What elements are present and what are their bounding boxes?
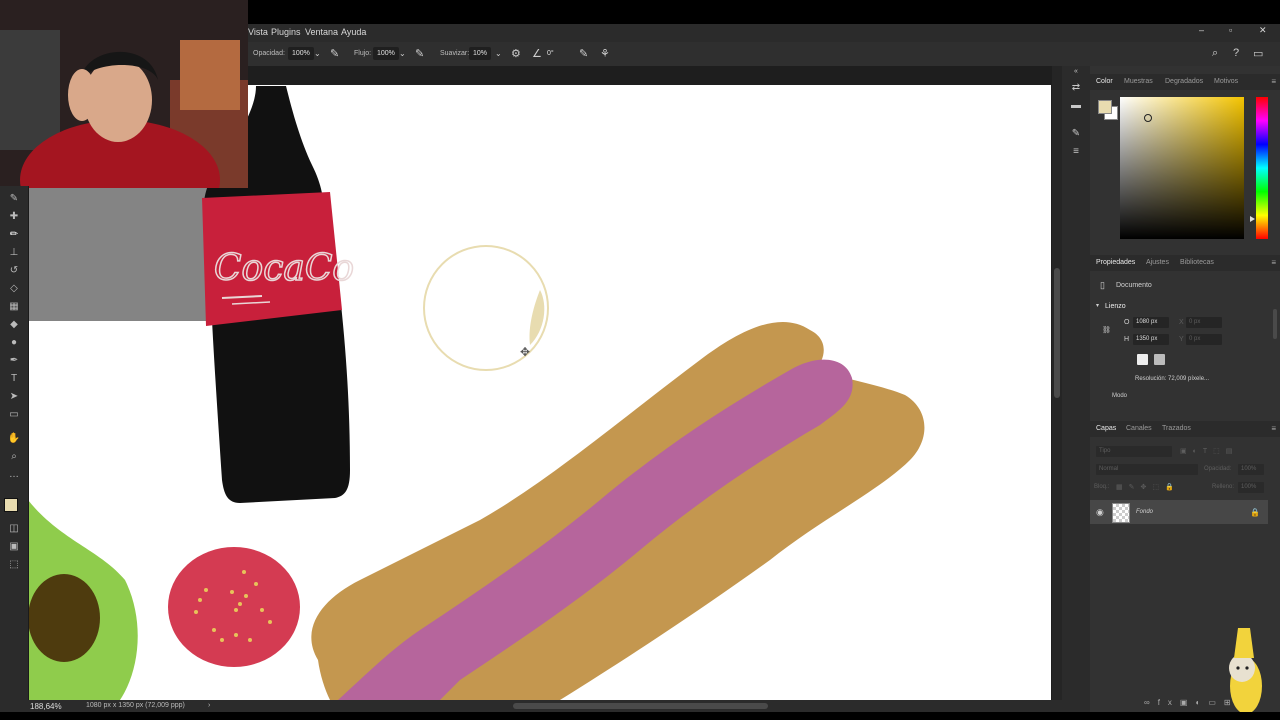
circle-fill-stroke: [529, 290, 545, 345]
layer-opacity-field[interactable]: 100%: [1238, 464, 1264, 475]
properties-panel-tabs: Propiedades Ajustes Bibliotecas ≡: [1090, 255, 1280, 271]
canvas-section-label[interactable]: Lienzo: [1105, 303, 1126, 310]
panel-icon-strip: « ⇄ ▬ ✎ ≡: [1062, 66, 1091, 720]
link-icon[interactable]: ⛓: [1102, 326, 1111, 334]
x-label: X: [1179, 319, 1184, 326]
zoom-level[interactable]: 188,64%: [30, 702, 62, 711]
frame-icon[interactable]: ⬚: [6, 558, 22, 572]
y-label: Y: [1179, 336, 1184, 343]
tab-libraries[interactable]: Bibliotecas: [1180, 259, 1214, 266]
eye-icon[interactable]: ◉: [1096, 507, 1104, 518]
properties-scrollbar[interactable]: [1273, 309, 1277, 339]
tab-gradients[interactable]: Degradados: [1165, 78, 1203, 85]
height-field[interactable]: 1350 px: [1133, 334, 1169, 345]
hue-slider[interactable]: [1256, 97, 1268, 239]
brush-settings-icon[interactable]: ✎: [1070, 128, 1082, 140]
document-label: Documento: [1116, 282, 1152, 289]
screen-mode-icon[interactable]: ▣: [6, 540, 22, 554]
lock-icons[interactable]: ▦✎✥⬚🔒: [1116, 483, 1180, 491]
webcam-overlay: [0, 0, 248, 188]
healing-brush-icon[interactable]: ✚: [6, 210, 22, 224]
lock-label: Bloq.:: [1094, 484, 1110, 490]
portrait-icon[interactable]: [1137, 354, 1148, 365]
webcam-image: [0, 0, 248, 188]
color-fg-swatch[interactable]: [1098, 100, 1112, 114]
bottom-letterbox: [0, 712, 1280, 720]
tomato: [168, 547, 300, 667]
collapse-icon[interactable]: «: [1070, 66, 1082, 78]
gradient-icon[interactable]: ▦: [6, 300, 22, 314]
document-icon: ▯: [1100, 280, 1105, 290]
lock-icon: 🔒: [1250, 508, 1260, 517]
path-selection-icon[interactable]: ➤: [6, 390, 22, 404]
mode-label: Modo: [1112, 393, 1128, 399]
width-field[interactable]: 1080 px: [1133, 317, 1169, 328]
y-field: 0 px: [1186, 334, 1222, 345]
adjustments-icon[interactable]: ≡: [1070, 146, 1082, 158]
foreground-color-swatch[interactable]: [4, 498, 18, 512]
color-panel-tabs: Color Muestras Degradados Motivos ≡: [1090, 74, 1280, 90]
blur-icon[interactable]: ◆: [6, 318, 22, 332]
fill-field[interactable]: 100%: [1238, 482, 1264, 493]
layer-opacity-label: Opacidad:: [1204, 466, 1232, 472]
height-label: H: [1124, 336, 1130, 343]
panel-menu-icon[interactable]: ≡: [1271, 77, 1276, 86]
avocado-pit: [28, 574, 100, 662]
tab-layers[interactable]: Capas: [1096, 425, 1116, 432]
type-icon[interactable]: T: [6, 372, 22, 386]
resolution-text: Resolución: 72,009 píxele...: [1135, 376, 1210, 382]
bottle-label-text: CocaCo: [214, 248, 354, 289]
vertical-scroll-thumb[interactable]: [1054, 268, 1060, 398]
x-field: 0 px: [1186, 317, 1222, 328]
layers-panel-tabs: Capas Canales Trazados ≡: [1090, 421, 1280, 437]
layer-row[interactable]: ◉ Fondo 🔒: [1090, 500, 1268, 524]
layer-filter-icons[interactable]: ▣◐T⬚▤: [1180, 447, 1238, 455]
brush-cursor-icon: ✥: [520, 345, 530, 359]
status-chevron-icon[interactable]: ›: [208, 702, 210, 709]
hand-icon[interactable]: ✋: [6, 432, 22, 446]
mascot-overlay: [1229, 628, 1262, 714]
blend-mode-select[interactable]: Normal: [1096, 464, 1198, 475]
pen-icon[interactable]: ✒: [6, 354, 22, 368]
layer-filter-input[interactable]: Tipo: [1096, 446, 1172, 457]
rectangle-icon[interactable]: ▭: [6, 408, 22, 422]
right-panels: Color Muestras Degradados Motivos ≡ Prop…: [1090, 66, 1280, 720]
history-brush-icon[interactable]: ↺: [6, 264, 22, 278]
history-icon[interactable]: ⇄: [1070, 82, 1082, 94]
tools-panel: ✎ ✚ ✏ ⊥ ↺ ◇ ▦ ◆ ● ✒ T ➤ ▭ ✋ ⌕ … ◫ ▣ ⬚: [0, 186, 29, 720]
tab-channels[interactable]: Canales: [1126, 425, 1152, 432]
zoom-icon[interactable]: ⌕: [6, 450, 22, 464]
comments-icon[interactable]: ▬: [1070, 100, 1082, 112]
width-label: O: [1124, 319, 1130, 326]
hue-slider-handle[interactable]: [1250, 216, 1255, 222]
panel-menu-icon[interactable]: ≡: [1271, 258, 1276, 267]
tab-properties[interactable]: Propiedades: [1096, 259, 1135, 266]
layer-thumbnail: [1112, 503, 1130, 523]
horizontal-scroll-thumb[interactable]: [513, 703, 768, 709]
chevron-down-icon[interactable]: ▾: [1096, 302, 1099, 309]
tab-color[interactable]: Color: [1096, 78, 1113, 85]
tab-swatches[interactable]: Muestras: [1124, 78, 1153, 85]
panel-menu-icon[interactable]: ≡: [1271, 424, 1276, 433]
brush-tool-icon[interactable]: ✏: [6, 228, 22, 242]
color-field[interactable]: [1120, 97, 1244, 239]
eraser-icon[interactable]: ◇: [6, 282, 22, 296]
landscape-icon[interactable]: [1154, 354, 1165, 365]
color-picker-handle[interactable]: [1144, 114, 1152, 122]
document-info[interactable]: 1080 px x 1350 px (72,009 ppp): [86, 702, 185, 709]
eyedropper-icon[interactable]: ✎: [6, 192, 22, 206]
tab-patterns[interactable]: Motivos: [1214, 78, 1238, 85]
tab-paths[interactable]: Trazados: [1162, 425, 1191, 432]
quick-mask-icon[interactable]: ◫: [6, 522, 22, 536]
fill-label: Relleno:: [1212, 484, 1235, 490]
dodge-icon[interactable]: ●: [6, 336, 22, 350]
stamp-icon[interactable]: ⊥: [6, 246, 22, 260]
tab-adjustments[interactable]: Ajustes: [1146, 259, 1169, 266]
more-tools-icon[interactable]: …: [6, 468, 22, 482]
layer-name[interactable]: Fondo: [1136, 509, 1153, 515]
